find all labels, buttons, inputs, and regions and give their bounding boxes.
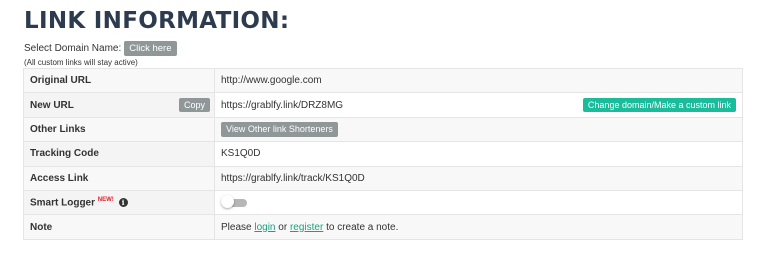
login-link[interactable]: login: [254, 222, 275, 233]
new-badge: NEW!: [97, 196, 114, 203]
register-link[interactable]: register: [290, 222, 323, 233]
select-domain-row: Select Domain Name: Click here: [24, 41, 177, 56]
note-suffix: to create a note.: [323, 221, 399, 233]
select-domain-label: Select Domain Name:: [24, 43, 122, 54]
table-row: Other Links View Other link Shorteners: [23, 116, 743, 143]
access-link-value: https://grablfy.link/track/KS1Q0D: [214, 165, 743, 191]
toggle-knob: [221, 195, 234, 209]
note-or: or: [275, 221, 290, 233]
new-url-label: New URL: [30, 99, 74, 111]
other-links-cell: View Other link Shorteners: [214, 116, 743, 143]
original-url-label: Original URL: [23, 67, 215, 94]
select-domain-button[interactable]: Click here: [124, 41, 177, 56]
table-row: Smart Logger NEW! i: [23, 189, 743, 216]
copy-button[interactable]: Copy: [178, 98, 210, 113]
table-row: Tracking Code KS1Q0D: [23, 141, 743, 167]
change-domain-button[interactable]: Change domain/Make a custom link: [582, 98, 736, 113]
access-link-label: Access Link: [23, 165, 215, 191]
new-url-value-cell: https://grablfy.link/DRZ8MG Change domai…: [214, 92, 743, 118]
new-url-value: https://grablfy.link/DRZ8MG: [221, 99, 344, 111]
smart-logger-cell: [214, 189, 743, 216]
info-icon[interactable]: i: [118, 198, 128, 208]
smart-logger-toggle[interactable]: [221, 195, 249, 209]
tracking-code-label: Tracking Code: [23, 141, 215, 167]
table-row: Original URL http://www.google.com: [23, 67, 743, 94]
note-label: Note: [23, 214, 215, 240]
smart-logger-label-cell: Smart Logger NEW! i: [23, 189, 215, 216]
page-title: LINK INFORMATION:: [24, 8, 290, 34]
link-info-table: Original URL http://www.google.com New U…: [23, 67, 743, 240]
original-url-value: http://www.google.com: [214, 67, 743, 94]
view-other-shorteners-button[interactable]: View Other link Shorteners: [221, 121, 338, 137]
tracking-code-value: KS1Q0D: [214, 141, 743, 167]
table-row: New URL Copy https://grablfy.link/DRZ8MG…: [23, 92, 743, 118]
smart-logger-label: Smart Logger: [30, 197, 96, 209]
custom-links-note: (All custom links will stay active): [24, 58, 138, 67]
other-links-label: Other Links: [23, 116, 215, 143]
table-row: Access Link https://grablfy.link/track/K…: [23, 165, 743, 191]
note-prefix: Please: [221, 221, 255, 233]
note-cell: Please login or register to create a not…: [214, 214, 743, 240]
new-url-label-cell: New URL Copy: [23, 92, 215, 118]
table-row: Note Please login or register to create …: [23, 214, 743, 240]
